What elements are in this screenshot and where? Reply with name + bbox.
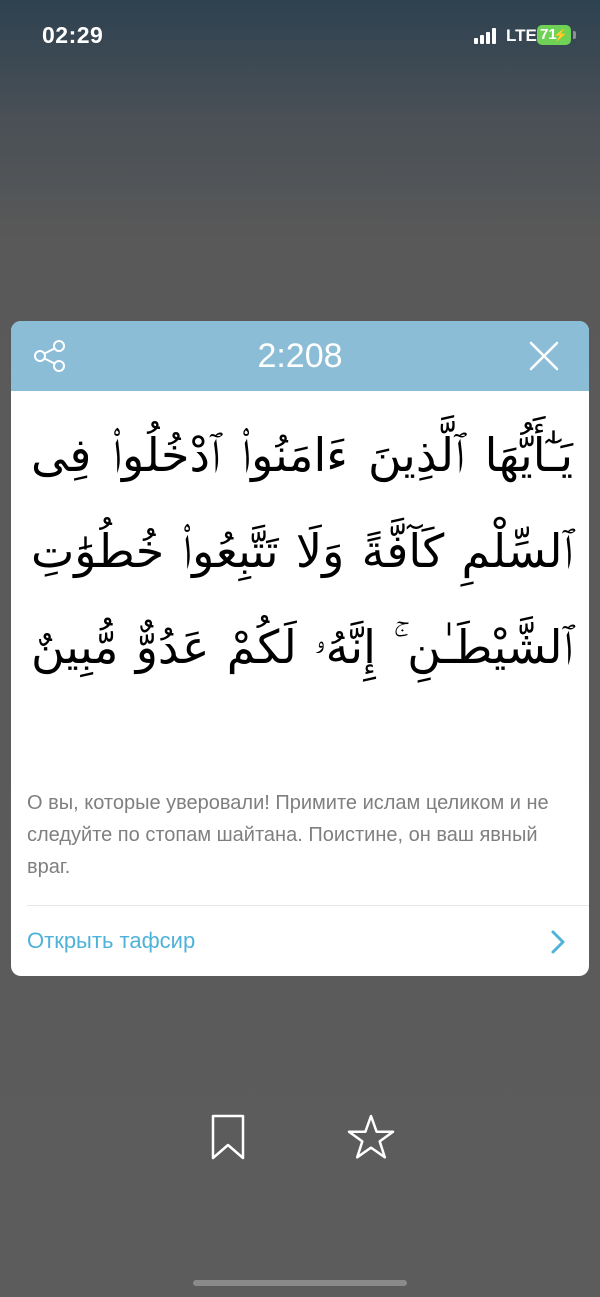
verse-card: 2:208 يَـٰٓأَيُّهَا ٱلَّذِينَ ءَامَنُوا۟… xyxy=(11,321,589,976)
open-tafsir-label: Открыть тафсир xyxy=(27,928,196,953)
close-icon[interactable] xyxy=(527,339,561,373)
charging-icon: ⚡ xyxy=(553,28,568,42)
open-tafsir-button[interactable]: Открыть тафсир xyxy=(11,906,589,976)
verse-translation: О вы, которые уверовали! Примите ислам ц… xyxy=(27,792,549,878)
battery-icon: 71 ⚡ xyxy=(537,25,571,45)
chevron-right-icon xyxy=(551,930,565,954)
status-bar: 02:29 LTE 71 ⚡ xyxy=(0,0,600,72)
bookmark-icon[interactable] xyxy=(211,1114,245,1160)
verse-reference: 2:208 xyxy=(257,337,343,375)
verse-card-header: 2:208 xyxy=(11,321,589,391)
status-time: 02:29 xyxy=(42,22,104,48)
network-type: LTE xyxy=(506,26,537,45)
battery-cap xyxy=(573,31,576,39)
share-icon[interactable] xyxy=(33,339,67,373)
arabic-verse-text: يَـٰٓأَيُّهَا ٱلَّذِينَ ءَامَنُوا۟ ٱدْخُ… xyxy=(31,428,573,674)
home-indicator[interactable] xyxy=(193,1280,407,1286)
signal-icon xyxy=(474,28,500,44)
star-icon[interactable] xyxy=(347,1114,395,1160)
